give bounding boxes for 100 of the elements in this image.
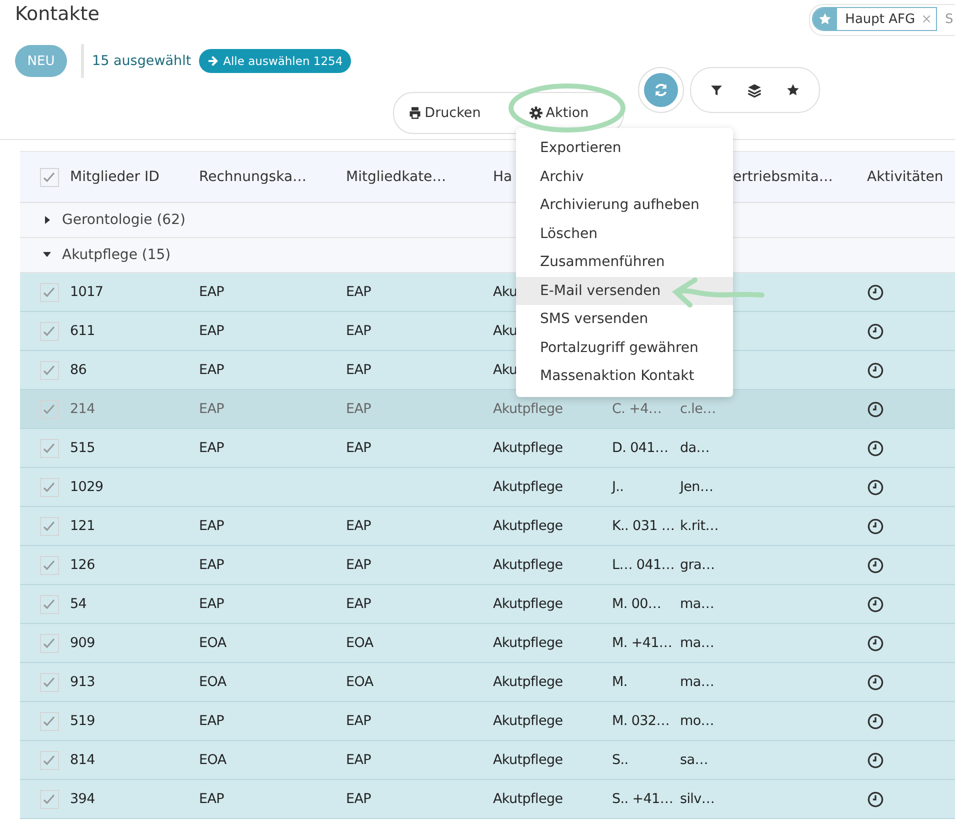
favorite-filter-chip[interactable]: Haupt AFG ×: [812, 7, 937, 31]
check-icon: [42, 519, 56, 533]
menu-item[interactable]: Löschen: [516, 220, 733, 248]
checkbox[interactable]: [40, 282, 58, 302]
column-header[interactable]: ertriebsmita…: [733, 169, 833, 185]
star-icon: [786, 83, 800, 97]
clock-icon[interactable]: [867, 284, 884, 300]
print-button[interactable]: Drucken: [408, 98, 481, 128]
column-header[interactable]: Aktivitäten: [867, 169, 944, 185]
filter-label: Haupt AFG: [844, 12, 916, 26]
checkbox[interactable]: [40, 750, 58, 770]
checkbox[interactable]: [40, 712, 58, 730]
table-cell: M.: [612, 674, 628, 690]
checkbox[interactable]: [40, 790, 58, 808]
clock-icon[interactable]: [867, 478, 884, 496]
table-row[interactable]: 913 EOA EOA Akutpflege M. ma…: [20, 663, 955, 702]
clock-icon[interactable]: [867, 596, 884, 612]
table-cell: Akutpflege: [493, 752, 563, 768]
table-cell: EAP: [346, 752, 372, 768]
check-icon: [42, 285, 56, 299]
gear-icon: [528, 106, 543, 120]
group-header[interactable]: Akutpflege (15): [42, 247, 171, 263]
search-field[interactable]: S: [945, 12, 955, 26]
refresh-icon: [652, 82, 669, 98]
column-header[interactable]: Rechnungska…: [199, 169, 307, 185]
checkbox[interactable]: [40, 360, 58, 380]
table-cell: Akutpflege: [493, 674, 563, 690]
menu-item[interactable]: E-Mail versenden: [516, 276, 733, 305]
checkbox[interactable]: [40, 438, 58, 458]
clock-icon[interactable]: [867, 752, 884, 768]
column-header[interactable]: Ha: [493, 169, 512, 185]
menu-item[interactable]: Archiv: [516, 162, 733, 191]
table-cell: EAP: [199, 440, 224, 456]
checkbox[interactable]: [40, 556, 58, 574]
table-cell: sa…: [680, 752, 708, 768]
page-title: Kontakte: [15, 2, 100, 26]
table-cell: EAP: [199, 518, 224, 534]
clock-icon[interactable]: [867, 790, 884, 808]
table-cell: 1017: [70, 284, 104, 300]
check-icon: [42, 402, 56, 416]
table-cell: c.le…: [680, 401, 716, 417]
table-cell: EOA: [199, 674, 226, 690]
table-row[interactable]: 519 EAP EAP Akutpflege M. 032… mo…: [20, 702, 955, 741]
checkbox[interactable]: [40, 634, 58, 652]
menu-item[interactable]: Massenaktion Kontakt: [516, 362, 733, 390]
table-cell: S..: [612, 752, 628, 768]
clock-icon[interactable]: [867, 322, 884, 340]
check-icon: [42, 363, 56, 377]
table-cell: EAP: [346, 284, 372, 300]
table-cell: 121: [70, 518, 95, 534]
table-cell: M. +41…: [612, 635, 672, 651]
clock-icon[interactable]: [867, 674, 884, 690]
table-cell: gra…: [680, 557, 715, 573]
checkbox[interactable]: [40, 478, 58, 496]
table-row[interactable]: 814 EOA EAP Akutpflege S.. sa…: [20, 741, 955, 780]
check-icon: [42, 324, 56, 338]
clock-icon[interactable]: [867, 712, 884, 730]
caret-right-icon: [42, 215, 52, 225]
table-cell: EAP: [346, 401, 372, 417]
table-cell: 515: [70, 440, 95, 456]
group-header[interactable]: Gerontologie (62): [42, 212, 186, 228]
checkbox[interactable]: [40, 672, 58, 692]
check-icon: [42, 441, 56, 455]
checkbox[interactable]: [40, 516, 58, 536]
table-row[interactable]: 214 EAP EAP Akutpflege C. +4… c.le…: [20, 390, 955, 429]
layers-icon: [747, 82, 762, 98]
table-row[interactable]: 126 EAP EAP Akutpflege L… 041… gra…: [20, 546, 955, 585]
table-cell: 814: [70, 752, 95, 768]
table-row[interactable]: 909 EOA EOA Akutpflege M. +41… ma…: [20, 624, 955, 663]
checkbox[interactable]: [40, 168, 58, 186]
table-row[interactable]: 54 EAP EAP Akutpflege M. 00… ma…: [20, 585, 955, 624]
checkbox[interactable]: [40, 322, 58, 340]
arrow-right-icon: [207, 55, 220, 67]
table-cell: Akutpflege: [493, 596, 563, 612]
table-cell: EAP: [346, 323, 372, 339]
clock-icon[interactable]: [867, 440, 884, 456]
table-row[interactable]: 1029 Akutpflege J.. Jen…: [20, 468, 955, 507]
clock-icon[interactable]: [867, 556, 884, 574]
table-row[interactable]: 515 EAP EAP Akutpflege D. 041… da…: [20, 429, 955, 468]
table-cell: 519: [70, 713, 95, 729]
table-row[interactable]: 394 EAP EAP Akutpflege S.. +41… silv…: [20, 780, 955, 819]
table-cell: Akutpflege: [493, 635, 563, 651]
checkbox[interactable]: [40, 400, 58, 418]
menu-item[interactable]: Archivierung aufheben: [516, 191, 733, 220]
table-cell: EAP: [346, 791, 372, 807]
clock-icon[interactable]: [867, 518, 884, 534]
table-row[interactable]: 121 EAP EAP Akutpflege K.. 031 … k.rit…: [20, 507, 955, 546]
clock-icon[interactable]: [867, 634, 884, 652]
checkbox[interactable]: [40, 594, 58, 614]
menu-item[interactable]: Exportieren: [516, 134, 733, 162]
table-cell: M. 032…: [612, 713, 670, 729]
table-cell: EAP: [199, 401, 224, 417]
table-cell: EOA: [346, 635, 374, 651]
column-header[interactable]: Mitglieder ID: [70, 169, 160, 185]
action-button[interactable]: Aktion: [528, 98, 589, 128]
column-header[interactable]: Mitgliedkate…: [346, 169, 446, 185]
table-cell: EAP: [346, 713, 372, 729]
clock-icon[interactable]: [867, 362, 884, 378]
clock-icon[interactable]: [867, 400, 884, 418]
table-cell: Akutpflege: [493, 713, 563, 729]
